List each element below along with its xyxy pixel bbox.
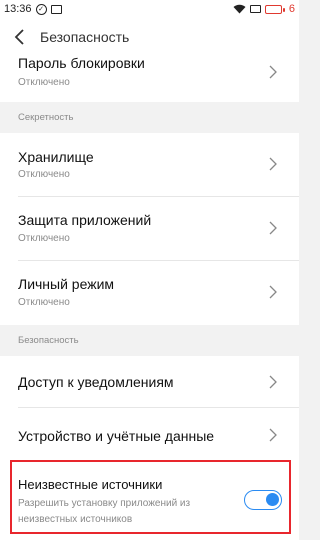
highlight-frame	[10, 460, 291, 534]
status-left: 13:36 ✓	[4, 3, 62, 15]
chevron-right-icon	[269, 157, 277, 171]
row-notification-access[interactable]: Доступ к уведомлениям	[0, 356, 299, 408]
status-time: 13:36	[4, 3, 32, 15]
row-subtitle: Отключено	[18, 77, 70, 88]
wifi-icon	[233, 4, 246, 14]
app-header: Безопасность	[0, 18, 299, 56]
chevron-right-icon	[269, 428, 277, 442]
check-circle-icon: ✓	[35, 3, 47, 15]
row-lock-password[interactable]: Пароль блокировки Отключено	[0, 55, 299, 102]
row-title: Пароль блокировки	[18, 55, 145, 71]
screen-icon	[249, 5, 261, 13]
row-title: Доступ к уведомлениям	[18, 374, 174, 390]
chevron-right-icon	[269, 65, 277, 79]
chevron-right-icon	[269, 221, 277, 235]
row-device-credentials[interactable]: Устройство и учётные данные	[0, 408, 299, 460]
row-private-mode[interactable]: Личный режим Отключено	[0, 261, 299, 325]
battery-level: 6	[288, 3, 295, 15]
row-subtitle: Отключено	[18, 297, 70, 308]
battery-icon	[264, 4, 285, 14]
section-privacy-label: Секретность	[0, 102, 299, 133]
row-title: Личный режим	[18, 276, 115, 292]
status-bar: 13:36 ✓ 6	[0, 0, 299, 18]
status-right: 6	[233, 3, 295, 15]
chevron-right-icon	[269, 375, 277, 389]
row-app-protection[interactable]: Защита приложений Отключено	[0, 197, 299, 261]
chevron-left-icon	[14, 29, 24, 45]
row-storage[interactable]: Хранилище Отключено	[0, 133, 299, 197]
chevron-right-icon	[269, 285, 277, 299]
section-security-label: Безопасность	[0, 325, 299, 356]
row-title: Устройство и учётные данные	[18, 428, 215, 444]
notification-icon	[50, 4, 62, 14]
row-title: Защита приложений	[18, 212, 152, 228]
back-button[interactable]	[0, 18, 40, 56]
row-title: Хранилище	[18, 149, 94, 165]
page-title: Безопасность	[40, 29, 130, 45]
row-subtitle: Отключено	[18, 169, 70, 180]
row-subtitle: Отключено	[18, 233, 70, 244]
